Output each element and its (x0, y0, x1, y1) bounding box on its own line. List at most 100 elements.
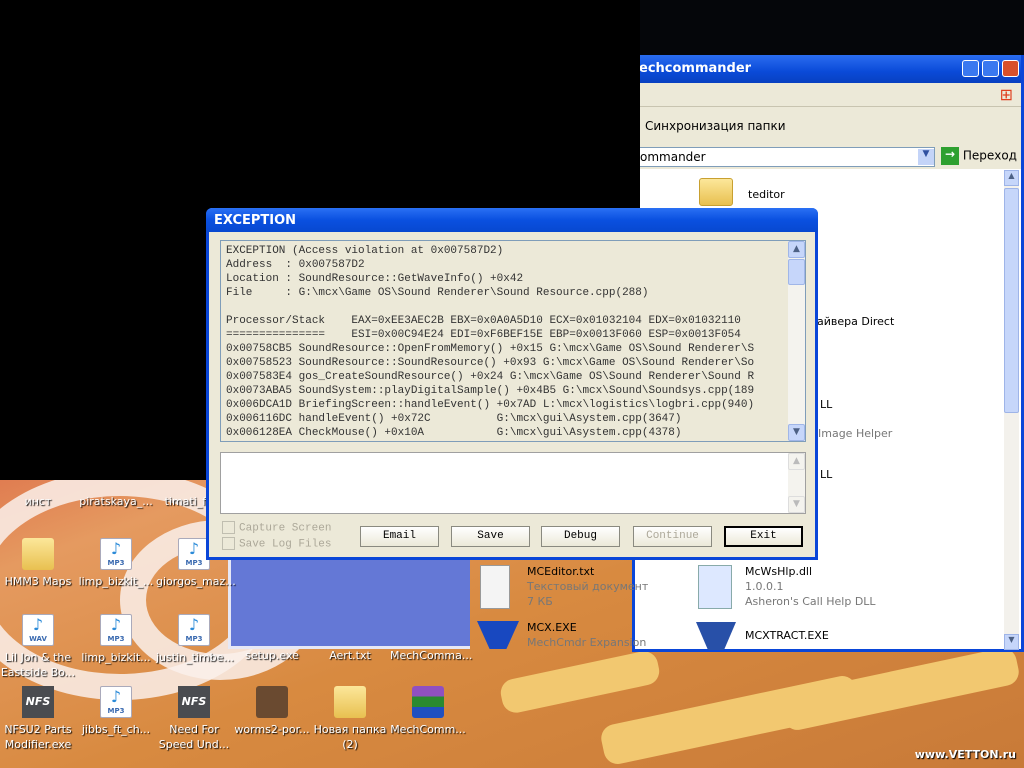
file-item[interactable]: MCEditor.txt Текстовый документ 7 КБ (527, 564, 648, 609)
desktop-icon[interactable]: MechComma... (390, 648, 473, 663)
file-name: McWsHlp.dll (745, 565, 813, 578)
desktop-icon-label: Lil Jon & the Eastside Bo... (0, 651, 76, 679)
desktop-icon-label: limp_bizkit... (81, 651, 151, 664)
file-item[interactable]: MCXTRACT.EXE (745, 628, 829, 643)
desktop-icon-label: Need For Speed Und... (158, 723, 230, 751)
folder-icon (22, 538, 54, 570)
file-version: 1.0.0.1 (745, 580, 784, 593)
watermark: www.VETTON.ru (914, 748, 1016, 761)
desktop-icon[interactable]: Новая папка (2) (312, 686, 388, 752)
desktop-icon[interactable]: ♪ WAV Lil Jon & the Eastside Bo... (0, 614, 76, 680)
notes-scrollbar[interactable]: ▲ ▼ (788, 453, 805, 513)
toolbar: Синхронизация папки (635, 107, 1021, 145)
file-type-badge: MP3 (107, 707, 125, 715)
minimize-button[interactable] (962, 60, 979, 77)
close-button[interactable] (1002, 60, 1019, 77)
desktop-icon-label: HMM3 Maps (4, 575, 72, 588)
file-item[interactable]: айвера Direct (817, 314, 894, 329)
dll-gear-icon (698, 565, 732, 609)
desktop-icon-label: NFSU2 Parts Modifier.exe (4, 723, 72, 751)
desktop-icon-label: justin_timbe... (156, 651, 234, 664)
windows-logo-icon: ⊞ (999, 85, 1013, 104)
desktop-icon-label: MechComma... (390, 649, 473, 662)
music-file-icon: ♪ MP3 (178, 614, 210, 646)
desktop-icon[interactable]: ♪ MP3 justin_timbe... (156, 614, 234, 665)
notes-textarea[interactable]: ▲ ▼ (220, 452, 806, 514)
desktop-icon[interactable]: setup.exe (234, 648, 310, 663)
desktop-icon[interactable]: NFS NFSU2 Parts Modifier.exe (0, 686, 76, 752)
file-name: MCEditor.txt (527, 565, 595, 578)
desktop-icon[interactable]: ♪ MP3 limp_bizkit... (78, 614, 154, 665)
save-button[interactable]: Save (451, 526, 530, 547)
desktop-icon[interactable]: ♪ MP3 limp_bizkit_... (78, 538, 154, 589)
exception-log[interactable]: EXCEPTION (Access violation at 0x007587D… (220, 240, 806, 442)
sync-folder-button[interactable]: Синхронизация папки (645, 119, 786, 133)
exit-button[interactable]: Exit (724, 526, 803, 547)
desktop-icon-label: Aert.txt (329, 649, 371, 662)
music-file-icon: ♪ MP3 (100, 538, 132, 570)
nfs-app-icon: NFS (178, 686, 210, 718)
file-description: MechCmdr Expansion (527, 636, 647, 649)
file-item[interactable]: McWsHlp.dll 1.0.0.1 Asheron's Call Help DL… (745, 564, 876, 609)
desktop-icon-label: jibbs_ft_ch... (81, 723, 151, 736)
desktop-icon-label: setup.exe (245, 649, 299, 662)
bear-image-icon (256, 686, 288, 718)
file-item[interactable]: LL (820, 467, 832, 482)
file-description: Asheron's Call Help DLL (745, 595, 876, 608)
file-type-badge: MP3 (107, 559, 125, 567)
file-name: MCX.EXE (527, 621, 577, 634)
dialog-title: EXCEPTION (214, 213, 297, 228)
folder-icon (334, 686, 366, 718)
file-item[interactable]: Image Helper (818, 426, 892, 441)
checkbox-box (222, 537, 235, 550)
maximize-button[interactable] (982, 60, 999, 77)
file-item[interactable]: MCX.EXE MechCmdr Expansion (527, 620, 646, 650)
checkbox-label: Save Log Files (239, 538, 332, 551)
desktop-icon[interactable]: MechComm... (390, 686, 466, 737)
black-region (640, 0, 1024, 55)
go-button[interactable]: → Переход (941, 147, 1017, 165)
desktop-icon[interactable]: worms2-por... (234, 686, 310, 737)
continue-button[interactable]: Continue (633, 526, 712, 547)
checkbox-box (222, 521, 235, 534)
chevron-down-icon[interactable]: ▼ (918, 149, 934, 165)
file-item[interactable]: teditor (748, 187, 785, 202)
music-file-icon: ♪ MP3 (100, 614, 132, 646)
desktop-icon-label: giorgos_maz... (156, 575, 236, 588)
desktop-icon-label: MechComm... (390, 723, 466, 736)
address-input[interactable]: ommander ▼ (635, 147, 935, 167)
log-text: EXCEPTION (Access violation at 0x007587D… (226, 245, 755, 439)
desktop-icon[interactable]: HMM3 Maps (0, 538, 76, 589)
scroll-down-icon[interactable]: ▼ (1004, 634, 1019, 650)
arrow-right-icon: → (941, 147, 959, 165)
explorer-title: echcommander (639, 61, 752, 76)
music-file-icon: ♪ WAV (22, 614, 54, 646)
checkbox-label: Capture Screen (239, 522, 332, 535)
music-file-icon: ♪ MP3 (100, 686, 132, 718)
desktop-icon-label: piratskaya_... (79, 495, 153, 508)
scroll-thumb[interactable] (788, 259, 805, 285)
address-value: ommander (640, 150, 706, 164)
scroll-thumb[interactable] (1004, 188, 1019, 413)
email-button[interactable]: Email (360, 526, 439, 547)
scroll-down-icon[interactable]: ▼ (788, 424, 805, 441)
log-scrollbar[interactable]: ▲ ▼ (788, 241, 805, 441)
scrollbar[interactable]: ▲ ▼ (1004, 170, 1019, 650)
explorer-title-bar[interactable]: echcommander (635, 55, 1021, 83)
desktop-icon[interactable]: NFS Need For Speed Und... (156, 686, 232, 752)
dialog-title-bar[interactable]: EXCEPTION (206, 208, 818, 232)
capture-screen-checkbox[interactable]: Capture Screen (222, 521, 331, 534)
explorer-task-pane (228, 555, 470, 649)
desktop-icon[interactable]: инст (0, 494, 76, 509)
save-log-files-checkbox[interactable]: Save Log Files (222, 537, 331, 550)
file-item[interactable]: LL (820, 397, 832, 412)
desktop-icon[interactable]: piratskaya_... (78, 494, 154, 509)
scroll-up-icon[interactable]: ▲ (788, 241, 805, 258)
debug-button[interactable]: Debug (541, 526, 620, 547)
desktop-icon[interactable]: ♪ MP3 jibbs_ft_ch... (78, 686, 154, 737)
exception-dialog: EXCEPTION EXCEPTION (Access violation at… (206, 208, 818, 560)
desktop-icon[interactable]: Aert.txt (312, 648, 388, 663)
wallpaper-fries (498, 648, 662, 716)
scroll-up-icon[interactable]: ▲ (1004, 170, 1019, 186)
file-type-badge: MP3 (185, 559, 203, 567)
